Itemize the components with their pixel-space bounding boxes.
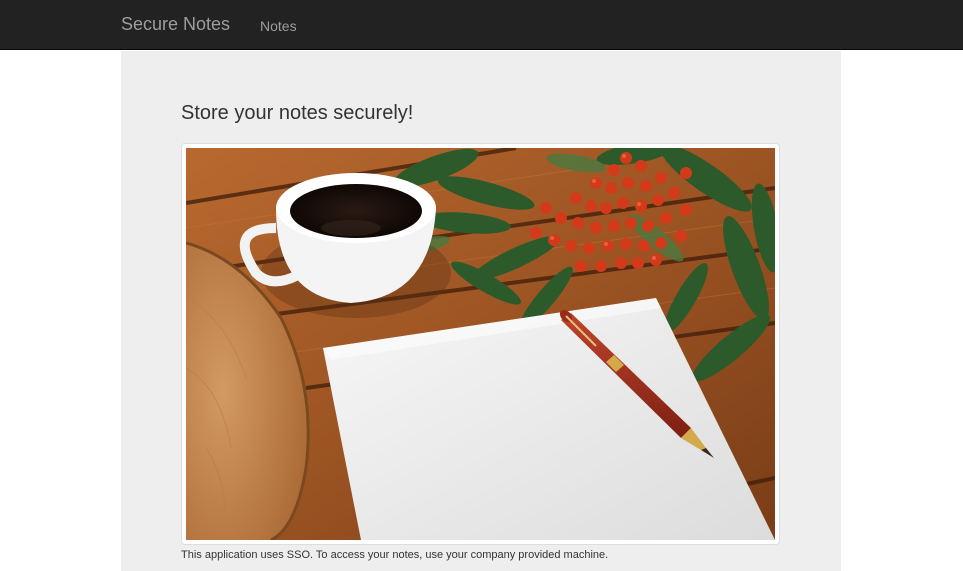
hero-image-frame — [181, 143, 780, 545]
sso-footnote: This application uses SSO. To access you… — [181, 549, 609, 561]
jumbotron: Store your notes securely! This applicat… — [121, 51, 841, 571]
hero-image — [186, 148, 775, 540]
top-navbar: Secure Notes Notes — [0, 0, 963, 50]
page-title: Store your notes securely! — [181, 102, 414, 124]
nav-link-notes[interactable]: Notes — [260, 16, 297, 36]
brand-link[interactable]: Secure Notes — [121, 14, 230, 34]
